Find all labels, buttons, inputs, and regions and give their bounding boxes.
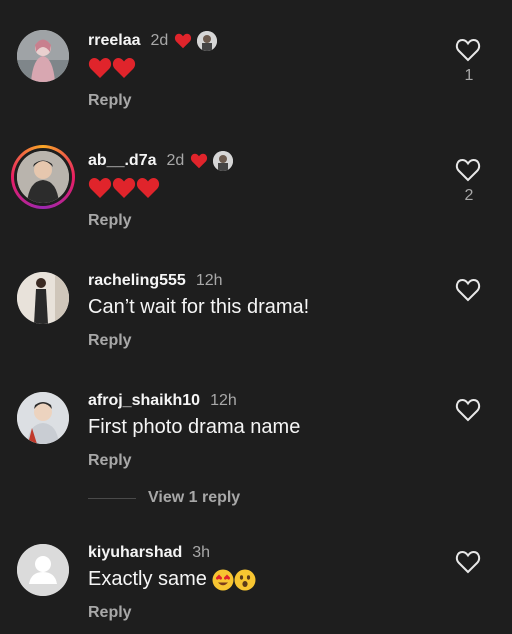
timestamp: 12h	[195, 272, 223, 289]
author-avatar	[197, 31, 218, 51]
reply-button[interactable]: Reply	[88, 92, 132, 110]
comment-text: Can’t wait for this drama!	[88, 296, 310, 318]
avatar[interactable]	[17, 30, 69, 82]
story-ring[interactable]	[11, 145, 75, 209]
like-count: 2	[464, 187, 474, 204]
comment-text: First photo drama name	[88, 416, 301, 438]
comment-meta: afroj_shaikh10 12h	[88, 390, 237, 412]
heart-eyes-emoji-icon	[212, 569, 234, 591]
divider-line	[88, 497, 136, 499]
comment-meta: racheling555 12h	[88, 270, 223, 292]
timestamp: 2d	[166, 152, 185, 169]
like-button[interactable]	[455, 278, 483, 307]
heart-outline-icon	[455, 398, 481, 422]
username[interactable]: afroj_shaikh10	[88, 392, 200, 410]
like-button[interactable]	[455, 398, 483, 427]
author-avatar	[213, 151, 234, 171]
timestamp: 12h	[210, 392, 237, 409]
red-heart-icon	[191, 153, 208, 169]
like-button[interactable]	[455, 550, 483, 579]
username[interactable]: ab__.d7a	[88, 152, 156, 170]
default-avatar-icon	[17, 544, 69, 596]
timestamp: 3h	[192, 544, 211, 561]
red-heart-emoji-icon	[88, 57, 112, 78]
red-heart-emoji-icon	[136, 177, 160, 198]
like-count: 1	[464, 67, 474, 84]
astonished-emoji-icon	[234, 569, 256, 591]
avatar[interactable]	[17, 392, 69, 444]
avatar[interactable]	[17, 272, 69, 324]
red-heart-icon	[175, 33, 192, 49]
like-button[interactable]	[455, 158, 483, 187]
view-replies-button[interactable]: View 1 reply	[88, 489, 240, 507]
view-replies-label: View 1 reply	[148, 489, 241, 506]
red-heart-emoji-icon	[88, 177, 112, 198]
heart-outline-icon	[455, 278, 481, 302]
username[interactable]: rreelaa	[88, 32, 141, 50]
timestamp: 2d	[150, 32, 169, 49]
avatar[interactable]	[17, 544, 69, 596]
comment-text-body: Exactly same	[88, 568, 213, 590]
reply-button[interactable]: Reply	[88, 452, 132, 470]
reply-button[interactable]: Reply	[88, 332, 132, 350]
heart-outline-icon	[455, 38, 481, 62]
reply-button[interactable]: Reply	[88, 604, 132, 622]
heart-outline-icon	[455, 158, 481, 182]
username[interactable]: kiyuharshad	[88, 544, 182, 562]
comment-meta: rreelaa 2d	[88, 30, 218, 52]
red-heart-emoji-icon	[112, 57, 136, 78]
like-button[interactable]	[455, 38, 483, 67]
author-liked-indicator	[190, 151, 234, 171]
comment-meta: ab__.d7a 2d	[88, 150, 234, 172]
username[interactable]: racheling555	[88, 272, 186, 290]
comment-text: Exactly same	[88, 568, 256, 591]
comment-text	[88, 176, 160, 199]
red-heart-emoji-icon	[112, 177, 136, 198]
author-liked-indicator	[174, 31, 218, 51]
comment-text	[88, 56, 136, 79]
reply-button[interactable]: Reply	[88, 212, 132, 230]
heart-outline-icon	[455, 550, 481, 574]
comment-meta: kiyuharshad 3h	[88, 542, 210, 564]
avatar	[17, 151, 69, 203]
